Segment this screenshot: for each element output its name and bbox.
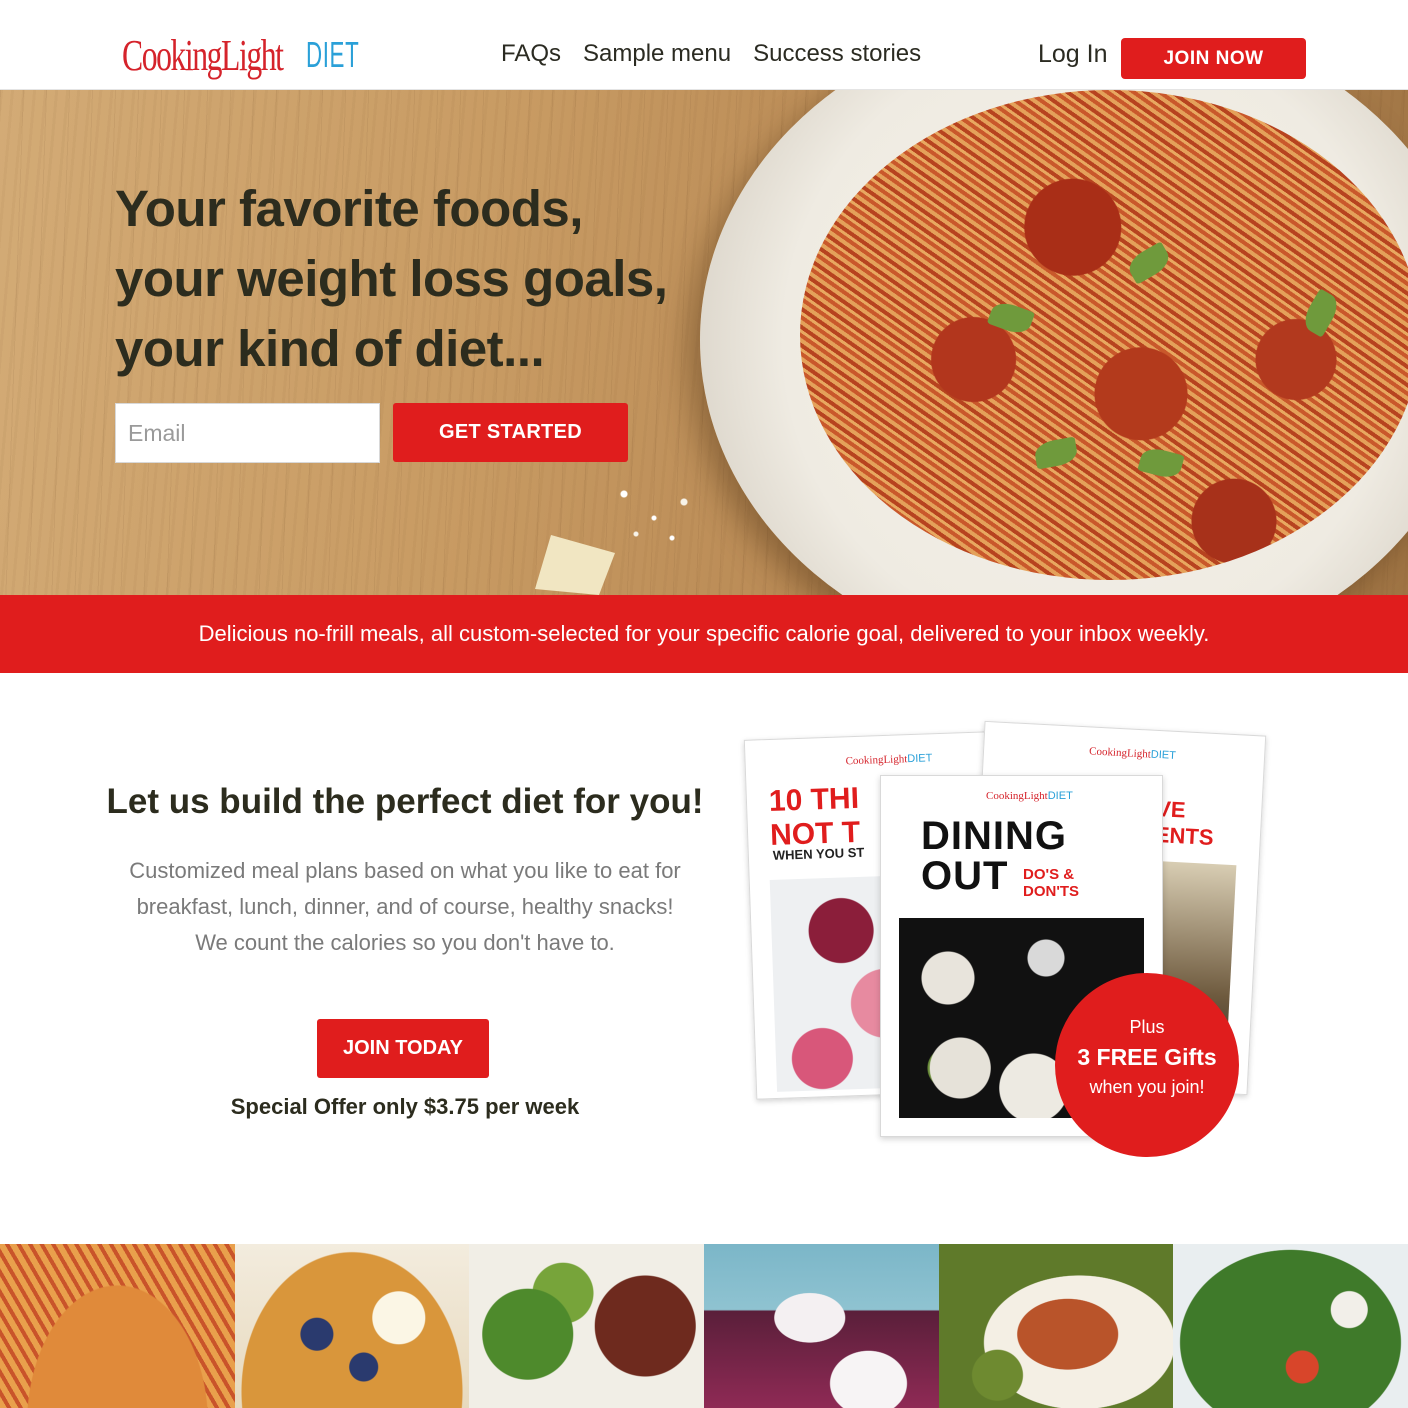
hero-headline-line: Your favorite foods, (115, 180, 583, 237)
meatloaf-salad-photo (469, 1244, 704, 1408)
section-title: Let us build the perfect diet for you! (106, 782, 704, 821)
fish-dinner-photo (938, 1244, 1174, 1408)
cheese-crumbs-decoration (600, 470, 720, 550)
nav-faqs-link[interactable]: FAQs (501, 40, 561, 68)
hero-headline: Your favorite foods, your weight loss go… (115, 174, 668, 384)
email-input[interactable] (115, 403, 380, 463)
logo-wordmark: CookingLight (122, 31, 284, 80)
gift-line: 3 FREE Gifts (1077, 1044, 1217, 1070)
site-header: CookingLight DIET FAQs Sample menu Succe… (0, 0, 1408, 90)
special-offer-text: Special Offer only $3.75 per week (230, 1094, 580, 1119)
join-now-button[interactable]: JOIN NOW (1121, 38, 1306, 79)
logo-diet-label: DIET (306, 34, 360, 75)
food-photo-strip (0, 1244, 1408, 1408)
berry-parfait-photo (703, 1244, 939, 1408)
booklet-subtitle: DO'S & DON'TS (1023, 866, 1080, 900)
booklet-logo: CookingLightDIET (1088, 745, 1177, 762)
penne-pasta-photo (0, 1244, 235, 1408)
hero-headline-line: your weight loss goals, (115, 250, 668, 307)
booklet-title: VE ENTS (1154, 795, 1215, 850)
join-today-button[interactable]: JOIN TODAY (317, 1019, 489, 1078)
booklet-title: 10 THI NOT T (768, 781, 861, 852)
booklet-logo: CookingLightDIET (986, 790, 1073, 802)
cooking-light-diet-logo[interactable]: CookingLight DIET (122, 30, 359, 86)
green-salad-photo (1173, 1244, 1408, 1408)
description-line: breakfast, lunch, dinner, and of course,… (136, 894, 674, 919)
gift-line: Plus (1129, 1017, 1165, 1037)
description-line: Customized meal plans based on what you … (129, 858, 681, 883)
gift-line: when you join! (1089, 1077, 1205, 1097)
nav-success-stories-link[interactable]: Success stories (753, 40, 921, 68)
main-nav: FAQs Sample menu Success stories (501, 40, 921, 68)
get-started-button[interactable]: GET STARTED (393, 403, 628, 462)
hero-section: Your favorite foods, your weight loss go… (0, 90, 1408, 595)
nav-sample-menu-link[interactable]: Sample menu (583, 40, 731, 68)
free-gifts-badge: Plus 3 FREE Gifts when you join! (1055, 973, 1239, 1157)
value-prop-banner: Delicious no-frill meals, all custom-sel… (0, 595, 1408, 673)
section-description: Customized meal plans based on what you … (60, 853, 750, 961)
login-link[interactable]: Log In (1038, 40, 1108, 69)
booklet-logo: CookingLightDIET (845, 752, 933, 768)
booklet-subtitle: WHEN YOU ST (772, 844, 865, 863)
description-line: We count the calories so you don't have … (195, 930, 615, 955)
hero-headline-line: your kind of diet... (115, 320, 545, 377)
blueberry-pancake-photo (234, 1244, 470, 1408)
